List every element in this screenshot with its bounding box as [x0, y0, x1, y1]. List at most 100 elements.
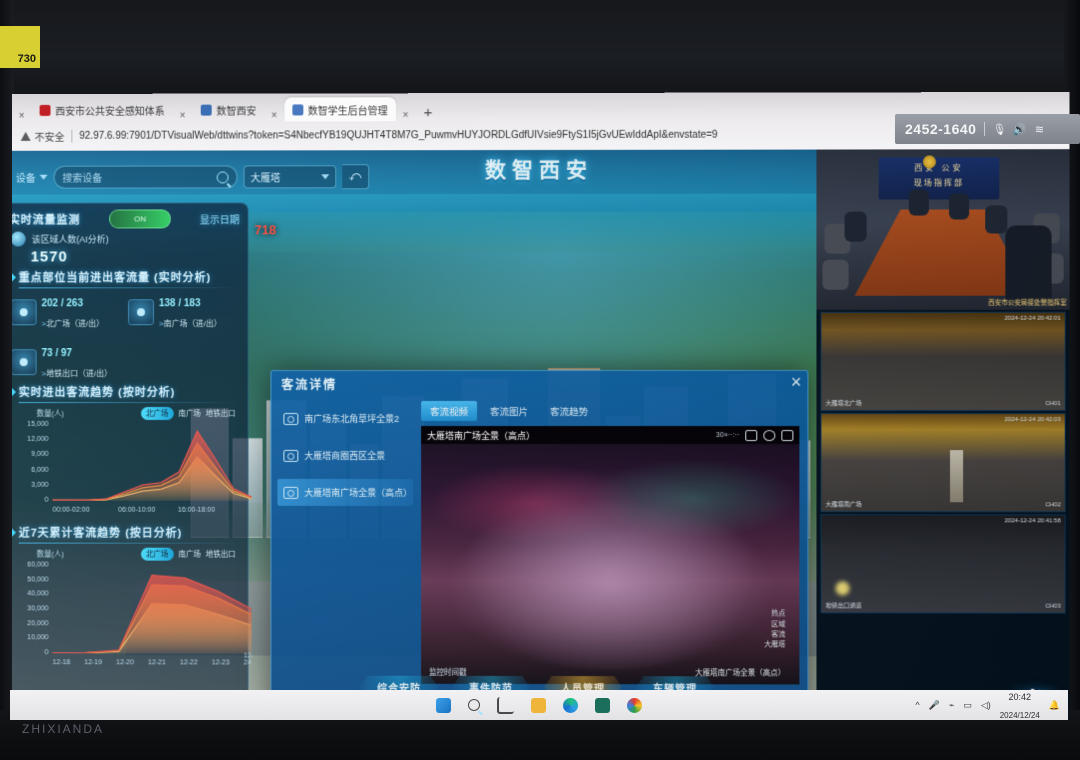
tab-close-icon[interactable]: ×	[264, 110, 284, 121]
modal-header: 客流详情	[271, 371, 807, 397]
map-hotspot-count: 718	[255, 222, 277, 237]
chart-series-svg	[52, 566, 251, 654]
asset-sticker: 730	[0, 26, 40, 68]
speaker-icon[interactable]: 🔊	[1013, 123, 1025, 135]
camera-list-item[interactable]: 南广场东北角草坪全景2	[277, 405, 413, 432]
browser-tab-2[interactable]: 数智西安	[192, 98, 264, 122]
search-placeholder: 搜索设备	[62, 169, 210, 184]
conference-feed[interactable]: 西安 公安 现场指挥部 西安市公安局接处警指挥室	[816, 149, 1069, 310]
gate-item[interactable]: 138 / 183 >南广场（进/出）	[128, 292, 240, 332]
tab-flow-image[interactable]: 客流图片	[481, 401, 537, 421]
store-icon[interactable]	[595, 698, 610, 713]
gate-item[interactable]: 202 / 263 >北广场（进/出）	[12, 292, 122, 332]
y-axis-tick: 60,000	[12, 561, 49, 568]
chrome-icon[interactable]	[627, 698, 642, 713]
gate-value: 202 / 263	[42, 298, 83, 309]
area-select[interactable]: 大雁塔	[244, 165, 337, 188]
edge-icon[interactable]	[563, 698, 578, 713]
tab-flow-trend[interactable]: 客流趋势	[541, 401, 597, 421]
chevron-up-icon[interactable]: ^	[915, 700, 919, 710]
search-icon[interactable]	[217, 171, 229, 183]
camera-label: 南广场东北角草坪全景2	[304, 412, 399, 425]
wall-cell-3[interactable]: 2024-12-24 20:41:58 地铁出口通道 CH03	[820, 514, 1065, 613]
diamond-bullet-icon	[12, 528, 16, 536]
tab-close-icon[interactable]: ×	[173, 111, 193, 122]
legend-item-2[interactable]: 南广场	[178, 549, 200, 560]
diamond-bullet-icon	[12, 388, 16, 396]
snapshot-icon[interactable]	[745, 430, 757, 441]
person	[909, 189, 929, 215]
left-data-panel: 实时流量监测 ON 显示日期 该区域人数(AI分析) 1570 重点部位当前进出…	[12, 202, 249, 701]
y-axis-tick: 15,000	[12, 421, 49, 428]
gates-section: 重点部位当前进出客流量 (实时分析) 202 / 263 >北广场（进/出） 1…	[12, 269, 240, 382]
legend-item-2[interactable]: 南广场	[178, 408, 200, 419]
tab-close-icon[interactable]: ×	[12, 111, 32, 122]
camera-list-item[interactable]: 大雁塔商圈西区全景	[277, 442, 413, 469]
realtime-toggle-state: ON	[134, 214, 146, 223]
video-title: 大雁塔南广场全景（高点）	[427, 428, 535, 441]
microphone-icon[interactable]: 🎙	[993, 123, 1005, 135]
wall-cell-1[interactable]: 2024-12-24 20:42:01 大雁塔北广场 CH01	[820, 312, 1065, 411]
reset-view-button[interactable]: ⤺	[342, 164, 369, 189]
device-type-label: 设备	[16, 170, 36, 185]
gate-item[interactable]: 73 / 97 >地铁出口（进/出）	[12, 342, 122, 382]
insecure-warning[interactable]: 不安全	[21, 129, 65, 144]
legend-item-1[interactable]: 北广场	[141, 407, 173, 420]
chart2-y-unit: 数量(人)	[37, 549, 64, 560]
device-type-selector[interactable]: 设备	[16, 170, 48, 185]
taskbar-tray: ^ 🎤 ⌁ ▭ ◁) 20:42 2024/12/24 🔔	[915, 690, 1060, 720]
video-player[interactable]: 大雁塔南广场全景（高点） 30×··:·· 热点 区域 客流 大雁塔 大雁塔南广…	[421, 426, 799, 684]
title-underline	[19, 287, 240, 288]
gates-grid: 202 / 263 >北广场（进/出） 138 / 183 >南广场（进/出）	[12, 292, 240, 382]
volume-icon[interactable]: ◁)	[981, 700, 991, 711]
cell-channel: CH03	[1045, 604, 1060, 610]
realtime-toggle[interactable]: ON	[109, 209, 171, 228]
task-view-icon[interactable]	[497, 697, 514, 714]
fullscreen-icon[interactable]	[781, 430, 793, 441]
legend-item-1[interactable]: 北广场	[141, 548, 173, 561]
light-glow	[836, 581, 850, 595]
chevron-down-icon	[321, 174, 329, 179]
camera-icon	[283, 486, 298, 498]
notification-icon[interactable]: 🔔	[1049, 700, 1060, 711]
new-tab-button[interactable]: +	[415, 104, 440, 121]
legend-item-3[interactable]: 地铁出口	[206, 408, 236, 419]
chart1-plot[interactable]: 15,000 12,000 9,000 6,000 3,000 0 00:00-02:00 0…	[12, 421, 240, 513]
browser-tab-1[interactable]: 西安市公共安全感知体系	[31, 98, 172, 122]
stone-lantern	[950, 450, 963, 502]
chart-series-svg	[52, 425, 251, 501]
refresh-icon[interactable]	[763, 430, 775, 441]
conference-banner: 西安 公安 现场指挥部	[879, 157, 1000, 199]
wall-cell-2[interactable]: 2024-12-24 20:42:03 大雁塔南广场 CH02	[820, 413, 1065, 512]
diamond-bullet-icon	[12, 273, 16, 281]
windows-start-icon[interactable]	[436, 698, 451, 713]
gate-value: 138 / 183	[159, 298, 201, 309]
y-axis-tick: 9,000	[12, 451, 49, 458]
file-explorer-icon[interactable]	[531, 698, 546, 713]
chart2-plot[interactable]: 60,000 50,000 40,000 30,000 20,000 10,000 0 12-…	[12, 561, 240, 665]
search-input[interactable]: 搜索设备	[53, 165, 237, 188]
display-icon[interactable]: ▭	[963, 700, 972, 711]
trend-title: 实时进出客流趋势 (按时分析)	[19, 384, 176, 400]
video-controls: 30×··:··	[716, 430, 793, 441]
tab-flow-video[interactable]: 客流视频	[421, 401, 477, 421]
camera-list-item-active[interactable]: 大雁塔南广场全景（高点）	[277, 479, 413, 506]
close-icon[interactable]: ×	[791, 373, 802, 391]
tab-close-icon[interactable]: ×	[396, 110, 416, 121]
gate-person-icon	[12, 299, 37, 325]
police-emblem-icon	[923, 155, 936, 168]
flow-detail-modal: 客流详情 × 南广场东北角草坪全景2 大雁塔商圈西区全景 大雁塔南广场全景（高点…	[270, 370, 808, 719]
legend-item-3[interactable]: 地铁出口	[206, 549, 236, 560]
video-zoom-label: 30×··:··	[716, 432, 739, 439]
gate-person-icon	[12, 349, 37, 375]
search-icon[interactable]	[468, 699, 480, 711]
week-title-group: 近7天累计客流趋势 (按日分析)	[12, 525, 240, 541]
taskbar-clock[interactable]: 20:42 2024/12/24	[1000, 687, 1040, 724]
chart1-legend: 北广场 南广场 地铁出口	[141, 407, 236, 420]
browser-tab-3[interactable]: 数智学生后台管理	[284, 97, 396, 121]
network-icon[interactable]: ⌁	[949, 700, 954, 711]
warning-triangle-icon	[21, 132, 31, 141]
microphone-icon[interactable]: 🎤	[929, 700, 940, 711]
show-date-button[interactable]: 显示日期	[200, 211, 240, 226]
weekly-trend-chart-section: 近7天累计客流趋势 (按日分析) 数量(人) 北广场 南广场 地铁出口 60,0…	[12, 525, 240, 666]
